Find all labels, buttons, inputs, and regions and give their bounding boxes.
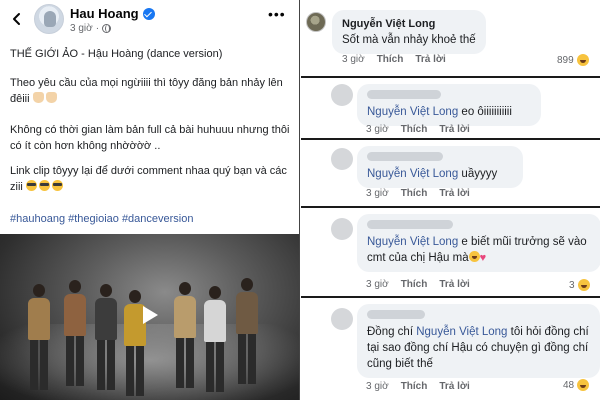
like-button[interactable]: Thích [401, 188, 428, 199]
comment-meta: 3 giờ Thích Trả lời [366, 124, 470, 135]
avatar[interactable] [306, 12, 326, 32]
redacted-name [367, 220, 453, 229]
comment-bubble: Đồng chí Nguyễn Việt Long tôi hỏi đồng c… [357, 304, 600, 378]
comment-meta: 3 giờ Thích Trả lời [366, 188, 470, 199]
reply-button[interactable]: Trả lời [439, 381, 469, 392]
dancer [64, 280, 86, 386]
sunglasses-emoji-icon [51, 180, 63, 191]
redacted-name [367, 310, 425, 319]
reply-button[interactable]: Trả lời [439, 124, 469, 135]
reaction-count[interactable]: 899 [557, 54, 589, 66]
comment-bubble: Nguyễn Việt Long eo ôiiiiiiiiiii [357, 84, 541, 126]
avatar[interactable] [34, 4, 64, 34]
comment-meta: 3 giờ Thích Trả lời [342, 54, 446, 65]
redacted-name [367, 152, 443, 161]
comment-time[interactable]: 3 giờ [342, 54, 365, 65]
sunglasses-emoji-icon [25, 180, 37, 191]
more-dots-icon[interactable]: ••• [268, 6, 286, 22]
comment-time[interactable]: 3 giờ [366, 279, 389, 290]
comments-panel: Nguyễn Việt Long Sốt mà vẫn nhảy khoẻ th… [301, 0, 600, 400]
post-paragraph: Link clip tôyyy lại để dưới comment nhaa… [10, 163, 292, 195]
post-panel: Hau Hoang 3 giờ · ••• THẾ GIỚI ẢO - Hậu … [0, 0, 300, 400]
dancer [204, 286, 226, 392]
avatar[interactable] [331, 308, 353, 330]
play-icon[interactable] [137, 303, 161, 327]
haha-reaction-icon [577, 279, 590, 291]
reaction-count[interactable]: 3 [569, 279, 590, 291]
globe-icon [102, 24, 112, 33]
sunglasses-emoji-icon [38, 180, 50, 191]
comment-time[interactable]: 3 giờ [366, 188, 389, 199]
reply-button[interactable]: Trả lời [415, 54, 445, 65]
like-button[interactable]: Thích [401, 381, 428, 392]
comment-mention[interactable]: Nguyễn Việt Long [367, 236, 458, 248]
comment-time[interactable]: 3 giờ [366, 381, 389, 392]
avatar[interactable] [331, 84, 353, 106]
author-name[interactable]: Hau Hoang [70, 6, 139, 21]
post-hashtags[interactable]: #hauhoang #thegioiao #danceversion [10, 211, 292, 227]
reaction-count[interactable]: 48 [563, 379, 590, 391]
divider [301, 296, 600, 298]
haha-reaction-icon [577, 379, 590, 391]
comment-text: eo ôiiiiiiiiiii [458, 106, 512, 118]
victory-hand-icon [32, 92, 44, 103]
comment-bubble: Nguyễn Việt Long uầyyyy [357, 146, 523, 188]
comment-bubble: Nguyễn Việt Long e biết mũi trưởng sẽ và… [357, 214, 600, 272]
dancer [174, 282, 196, 388]
comment-prefix: Đồng chí [367, 326, 417, 338]
comment-meta: 3 giờ Thích Trả lời [366, 381, 470, 392]
comment-author[interactable]: Nguyễn Việt Long [342, 16, 476, 32]
divider [301, 76, 600, 78]
victory-hand-icon [45, 92, 57, 103]
post-author[interactable]: Hau Hoang [70, 6, 155, 21]
laughing-emoji-icon [468, 251, 480, 262]
like-button[interactable]: Thích [401, 279, 428, 290]
comment-mention[interactable]: Nguyễn Việt Long [367, 168, 458, 180]
comment-time[interactable]: 3 giờ [366, 124, 389, 135]
like-button[interactable]: Thích [377, 54, 404, 65]
arrow-left-icon[interactable] [10, 12, 24, 26]
comment-text: uầyyyy [458, 168, 498, 180]
comment-meta: 3 giờ Thích Trả lời [366, 279, 470, 290]
avatar[interactable] [331, 218, 353, 240]
comment-mention[interactable]: Nguyễn Việt Long [416, 326, 507, 338]
reaction-count-text: 3 [569, 279, 575, 291]
reply-button[interactable]: Trả lời [439, 279, 469, 290]
comment-bubble: Nguyễn Việt Long Sốt mà vẫn nhảy khoẻ th… [332, 10, 486, 54]
reply-button[interactable]: Trả lời [439, 188, 469, 199]
post-time-text[interactable]: 3 giờ [70, 23, 93, 34]
avatar[interactable] [331, 148, 353, 170]
post-paragraph: Theo yêu cầu của mọi ngừiiii thì tôyy đă… [10, 75, 292, 107]
haha-reaction-icon [576, 54, 589, 66]
video-player[interactable] [0, 234, 299, 400]
dancer [95, 284, 117, 390]
dancer [236, 278, 258, 384]
divider [301, 138, 600, 140]
post-title-line: THẾ GIỚI ẢO - Hậu Hoàng (dance version) [10, 48, 223, 60]
dancer [28, 284, 50, 390]
verified-badge-icon [142, 7, 155, 20]
heart-icon: ♥ [479, 252, 487, 264]
reaction-count-text: 48 [563, 379, 575, 391]
redacted-name [367, 90, 441, 99]
post-para3: Link clip tôyyy lại để dưới comment nhaa… [10, 165, 287, 193]
like-button[interactable]: Thích [401, 124, 428, 135]
reaction-count-text: 899 [557, 54, 574, 66]
divider [301, 206, 600, 208]
post-para2: Không có thời gian làm bản full cả bài h… [10, 124, 290, 152]
comment-mention[interactable]: Nguyễn Việt Long [367, 106, 458, 118]
post-timestamp[interactable]: 3 giờ · [70, 23, 112, 34]
comment-text: Sốt mà vẫn nhảy khoẻ thế [342, 34, 476, 46]
